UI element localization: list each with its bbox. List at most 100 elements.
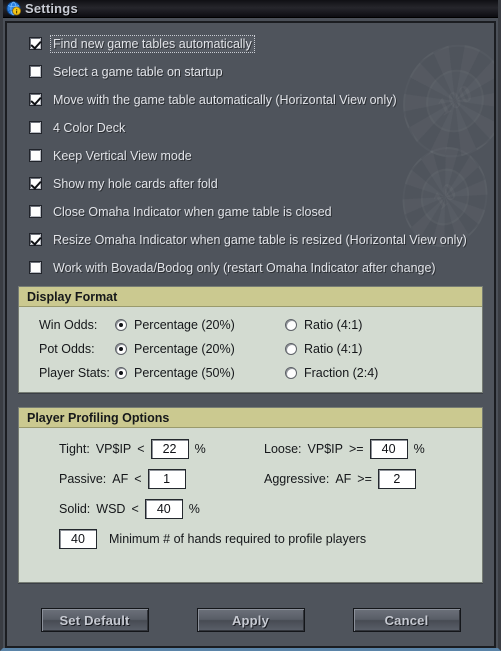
display-format-body: Win Odds: Percentage (20%) Ratio (4:1) P… xyxy=(19,307,482,392)
profiling-cell-passive: Passive: AF < xyxy=(19,469,264,489)
option-label: Keep Vertical View mode xyxy=(53,148,192,163)
display-format-row-player-stats: Player Stats: Percentage (50%) Fraction … xyxy=(19,361,482,385)
radio-button[interactable] xyxy=(285,367,297,379)
aggressive-label: Aggressive: xyxy=(264,472,330,486)
solid-value-input[interactable] xyxy=(144,499,183,519)
window-title: Settings xyxy=(25,1,78,16)
passive-value-input[interactable] xyxy=(147,469,186,489)
radio-label: Ratio (4:1) xyxy=(304,342,363,356)
option-row-keep-vertical-view[interactable]: Keep Vertical View mode xyxy=(29,146,494,165)
dialog-body: 100 10 Find new game tables automaticall… xyxy=(5,21,496,648)
checkbox-close-indicator[interactable] xyxy=(29,205,42,218)
checkbox-bovada-only[interactable] xyxy=(29,261,42,274)
tight-value-input[interactable] xyxy=(150,439,189,459)
radio-win-odds-ratio[interactable]: Ratio (4:1) xyxy=(285,318,362,332)
passive-stat: AF xyxy=(112,472,129,486)
profiling-cell-aggressive: Aggressive: AF >= xyxy=(264,469,422,489)
option-label: Move with the game table automatically (… xyxy=(53,92,397,107)
radio-label: Percentage (50%) xyxy=(134,366,235,380)
apply-button[interactable]: Apply xyxy=(196,608,305,632)
radio-label: Ratio (4:1) xyxy=(304,318,363,332)
checkbox-4-color-deck[interactable] xyxy=(29,121,42,134)
radio-button[interactable] xyxy=(115,343,127,355)
option-row-bovada-only[interactable]: Work with Bovada/Bodog only (restart Oma… xyxy=(29,258,494,277)
loose-label: Loose: xyxy=(264,442,302,456)
profiling-cell-loose: Loose: VP$IP >= % xyxy=(264,439,425,459)
player-stats-label: Player Stats: xyxy=(39,366,110,380)
display-format-row-win-odds: Win Odds: Percentage (20%) Ratio (4:1) xyxy=(19,313,482,337)
solid-operator: < xyxy=(131,502,139,516)
checkbox-select-table-startup[interactable] xyxy=(29,65,42,78)
option-row-show-hole-cards[interactable]: Show my hole cards after fold xyxy=(29,174,494,193)
display-format-row-pot-odds: Pot Odds: Percentage (20%) Ratio (4:1) xyxy=(19,337,482,361)
cancel-button[interactable]: Cancel xyxy=(352,608,461,632)
option-row-select-table-startup[interactable]: Select a game table on startup xyxy=(29,62,494,81)
loose-operator: >= xyxy=(348,442,364,456)
passive-operator: < xyxy=(134,472,142,486)
option-label: 4 Color Deck xyxy=(53,120,126,135)
option-label: Show my hole cards after fold xyxy=(53,176,218,191)
min-hands-input[interactable] xyxy=(59,529,97,549)
radio-button[interactable] xyxy=(285,319,297,331)
pot-odds-label: Pot Odds: xyxy=(39,342,95,356)
option-row-4-color-deck[interactable]: 4 Color Deck xyxy=(29,118,494,137)
option-row-find-new-tables[interactable]: Find new game tables automatically xyxy=(29,34,494,53)
checkbox-resize-indicator[interactable] xyxy=(29,233,42,246)
loose-unit: % xyxy=(413,442,425,456)
player-profiling-body: Tight: VP$IP < % Loose: VP$IP >= % xyxy=(19,428,482,582)
radio-button[interactable] xyxy=(115,319,127,331)
options-checkbox-list: Find new game tables automatically Selec… xyxy=(7,23,494,277)
info-globe-icon xyxy=(6,1,22,16)
radio-player-stats-percentage[interactable]: Percentage (50%) xyxy=(115,366,285,380)
option-label: Find new game tables automatically xyxy=(50,34,255,53)
checkbox-find-new-tables[interactable] xyxy=(29,37,42,50)
solid-stat: WSD xyxy=(96,502,126,516)
profiling-row-tight-loose: Tight: VP$IP < % Loose: VP$IP >= % xyxy=(19,434,482,464)
radio-label: Percentage (20%) xyxy=(134,318,235,332)
option-label: Resize Omaha Indicator when game table i… xyxy=(53,232,467,247)
radio-pot-odds-percentage[interactable]: Percentage (20%) xyxy=(115,342,285,356)
set-default-button[interactable]: Set Default xyxy=(40,608,149,632)
profiling-row-min-hands: Minimum # of hands required to profile p… xyxy=(19,524,482,554)
solid-label: Solid: xyxy=(59,502,91,516)
display-format-group: Display Format Win Odds: Percentage (20%… xyxy=(18,286,483,393)
checkbox-show-hole-cards[interactable] xyxy=(29,177,42,190)
option-label: Work with Bovada/Bodog only (restart Oma… xyxy=(53,260,436,275)
win-odds-label: Win Odds: xyxy=(39,318,98,332)
display-format-title: Display Format xyxy=(19,287,482,307)
aggressive-value-input[interactable] xyxy=(377,469,416,489)
radio-button[interactable] xyxy=(285,343,297,355)
profiling-cell-solid: Solid: WSD < % xyxy=(19,499,264,519)
radio-label: Percentage (20%) xyxy=(134,342,235,356)
min-hands-label: Minimum # of hands required to profile p… xyxy=(109,532,367,546)
settings-dialog: Settings 100 10 Find new game tables aut… xyxy=(0,0,501,651)
tight-operator: < xyxy=(137,442,145,456)
option-row-close-indicator[interactable]: Close Omaha Indicator when game table is… xyxy=(29,202,494,221)
option-label: Select a game table on startup xyxy=(53,64,223,79)
checkbox-move-with-table[interactable] xyxy=(29,93,42,106)
dialog-button-bar: Set Default Apply Cancel xyxy=(7,608,494,632)
loose-value-input[interactable] xyxy=(369,439,408,459)
tight-stat: VP$IP xyxy=(95,442,132,456)
profiling-row-passive-aggressive: Passive: AF < Aggressive: AF >= xyxy=(19,464,482,494)
option-row-move-with-table[interactable]: Move with the game table automatically (… xyxy=(29,90,494,109)
tight-unit: % xyxy=(194,442,206,456)
loose-stat: VP$IP xyxy=(307,442,343,456)
option-row-resize-indicator[interactable]: Resize Omaha Indicator when game table i… xyxy=(29,230,494,249)
solid-unit: % xyxy=(188,502,200,516)
passive-label: Passive: xyxy=(59,472,107,486)
profiling-row-solid: Solid: WSD < % xyxy=(19,494,482,524)
tight-label: Tight: xyxy=(59,442,90,456)
title-bar: Settings xyxy=(3,0,498,18)
profiling-cell-tight: Tight: VP$IP < % xyxy=(19,439,264,459)
radio-pot-odds-ratio[interactable]: Ratio (4:1) xyxy=(285,342,362,356)
aggressive-operator: >= xyxy=(357,472,372,486)
radio-win-odds-percentage[interactable]: Percentage (20%) xyxy=(115,318,285,332)
radio-label: Fraction (2:4) xyxy=(304,366,379,380)
checkbox-keep-vertical-view[interactable] xyxy=(29,149,42,162)
player-profiling-title: Player Profiling Options xyxy=(19,408,482,428)
option-label: Close Omaha Indicator when game table is… xyxy=(53,204,332,219)
aggressive-stat: AF xyxy=(335,472,352,486)
radio-player-stats-fraction[interactable]: Fraction (2:4) xyxy=(285,366,378,380)
radio-button[interactable] xyxy=(115,367,127,379)
